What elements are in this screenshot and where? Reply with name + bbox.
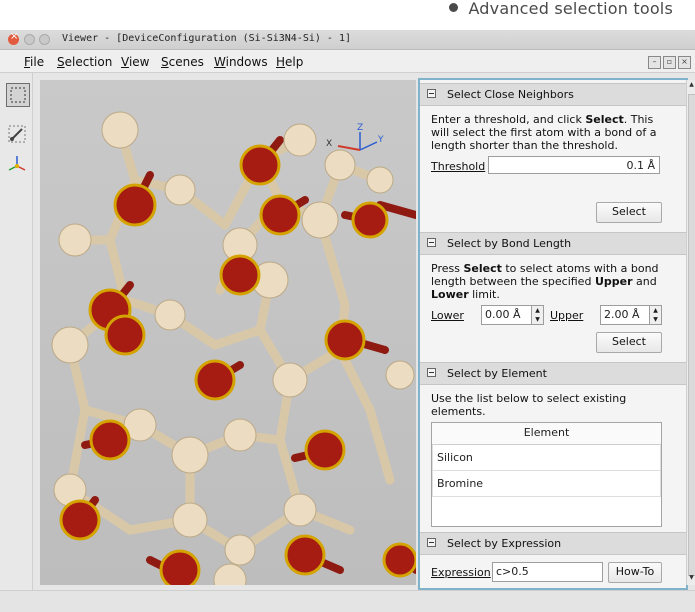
status-bar [0,590,695,612]
expression-label: Expression [431,566,491,579]
mdi-controls: – ▫ × [646,54,691,69]
axis-z-label: Z [357,123,363,133]
axes-icon[interactable] [6,153,28,175]
upper-label: Upper [550,309,584,322]
menu-bar: File Selection View Scenes Windows Help … [0,50,695,73]
slide-caption: Advanced selection tools [449,0,673,24]
menu-view[interactable]: View [121,55,149,69]
section-expression-header[interactable]: Select by Expression [420,532,686,555]
scroll-up-icon[interactable]: ▲ [687,81,695,91]
close-window-button[interactable] [8,31,19,45]
close-neighbors-description: Enter a threshold, and click Select. Thi… [431,113,657,152]
rectangle-select-icon[interactable] [6,83,30,107]
upper-spinner[interactable]: ▲ ▼ [649,305,662,325]
viewer-window: Viewer - [DeviceConfiguration (Si-Si3N4-… [0,30,695,612]
element-list[interactable]: Element Silicon Bromine [431,422,662,527]
title-bar[interactable]: Viewer - [DeviceConfiguration (Si-Si3N4-… [0,30,695,50]
close-neighbors-select-button[interactable]: Select [596,202,662,223]
panel-scrollbar[interactable]: ▲ ▼ [686,80,695,585]
mdi-restore-icon[interactable]: ▫ [663,56,676,69]
list-item[interactable]: Silicon [432,445,661,471]
section-close-neighbors-header[interactable]: Select Close Neighbors [420,83,686,106]
element-column-header[interactable]: Element [432,423,661,445]
axis-x-label: X [326,139,332,149]
bond-length-description: Press Select to select atoms with a bond… [431,262,659,301]
scroll-down-icon[interactable]: ▼ [687,574,695,584]
section-title: Select by Bond Length [447,237,572,250]
menu-windows[interactable]: Windows [214,55,268,69]
threshold-label: Threshold [431,160,486,173]
collapse-icon[interactable] [427,368,436,377]
howto-button[interactable]: How-To [608,562,662,583]
collapse-icon[interactable] [427,89,436,98]
selection-tools-panel: Select Close Neighbors Enter a threshold… [418,78,688,590]
collapse-icon[interactable] [427,238,436,247]
axis-y-label: Y [377,135,384,145]
mdi-close-icon[interactable]: × [678,56,691,69]
upper-input[interactable]: 2.00 Å [600,305,652,325]
collapse-icon[interactable] [427,538,436,547]
minimize-window-button[interactable] [24,34,35,45]
menu-help[interactable]: Help [276,55,303,69]
mdi-minimize-icon[interactable]: – [648,56,661,69]
tool-sidebar [0,73,33,598]
3d-viewport[interactable]: Z Y X [40,80,416,585]
section-element-header[interactable]: Select by Element [420,362,686,385]
bullet-icon [449,3,459,12]
section-title: Select by Expression [447,537,562,550]
section-bond-length-header[interactable]: Select by Bond Length [420,232,686,255]
menu-scenes[interactable]: Scenes [161,55,204,69]
axes-gizmo-icon: Z Y X [326,123,384,151]
scroll-thumb[interactable] [688,94,695,576]
maximize-window-button[interactable] [39,34,50,45]
section-title: Select by Element [447,367,547,380]
lower-spinner[interactable]: ▲ ▼ [531,305,544,325]
element-description: Use the list below to select existing el… [431,392,627,418]
menu-selection[interactable]: Selection [57,55,112,69]
threshold-input[interactable]: 0.1 Å [488,156,660,174]
expression-input[interactable]: c>0.5 [492,562,603,582]
window-title: Viewer - [DeviceConfiguration (Si-Si3N4-… [62,33,351,44]
bond-length-select-button[interactable]: Select [596,332,662,353]
caption-text: Advanced selection tools [468,0,673,18]
lower-input[interactable]: 0.00 Å [481,305,533,325]
menu-file[interactable]: File [24,55,44,69]
list-item[interactable]: Bromine [432,471,661,497]
section-title: Select Close Neighbors [447,88,574,101]
distance-measure-icon[interactable] [6,123,28,145]
lower-label: Lower [431,309,464,322]
